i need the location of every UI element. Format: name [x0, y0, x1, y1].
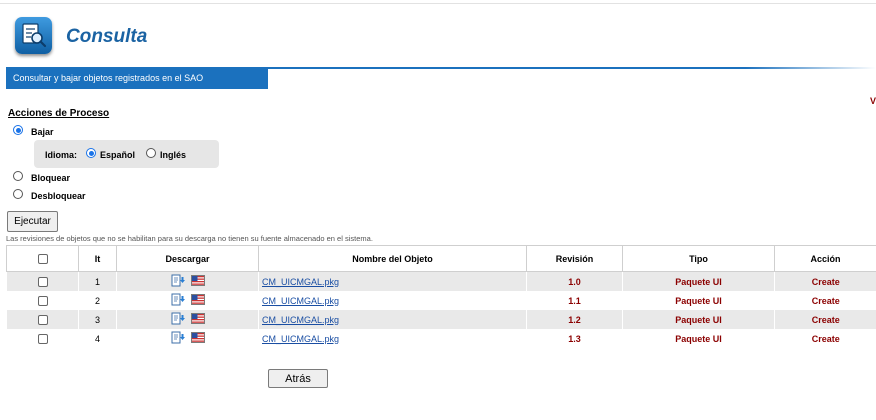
tab-consultar[interactable]: Consultar y bajar objetos registrados en… [6, 67, 268, 89]
row-download-cell [116, 310, 259, 329]
bajar-label: Bajar [31, 127, 54, 137]
row-checkbox[interactable] [37, 333, 48, 344]
bloquear-radio[interactable] [13, 171, 23, 181]
ejecutar-button[interactable]: Ejecutar [7, 211, 58, 232]
ingles-label: Inglés [160, 150, 187, 160]
row-object-cell: CM_UICMGAL.pkg [258, 271, 527, 291]
section-title: Acciones de Proceso [8, 108, 110, 119]
flag-icon[interactable] [190, 275, 205, 286]
page-title: Consulta [66, 26, 148, 47]
row-tipo: Paquete UI [622, 329, 775, 348]
row-accion: Create [774, 329, 876, 348]
row-tipo: Paquete UI [622, 271, 775, 291]
download-icon[interactable] [171, 312, 186, 325]
row-object-cell: CM_UICMGAL.pkg [258, 291, 527, 310]
row-select-cell[interactable] [6, 310, 79, 329]
row-download-cell [116, 271, 259, 291]
info-note: Las revisiones de objetos que no se habi… [6, 234, 373, 243]
object-link[interactable]: CM_UICMGAL.pkg [259, 334, 339, 344]
desbloquear-radio[interactable] [13, 189, 23, 199]
object-link[interactable]: CM_UICMGAL.pkg [259, 277, 339, 287]
row-checkbox[interactable] [37, 295, 48, 306]
header-tipo: Tipo [622, 245, 775, 272]
objects-table: It Descargar Nombre del Objeto Revisión … [6, 245, 876, 348]
bajar-radio[interactable] [13, 125, 23, 135]
row-it: 1 [78, 271, 117, 291]
row-select-cell[interactable] [6, 329, 79, 348]
row-revision: 1.2 [526, 310, 623, 329]
row-revision: 1.3 [526, 329, 623, 348]
table-header-row: It Descargar Nombre del Objeto Revisión … [6, 245, 876, 272]
row-accion: Create [774, 291, 876, 310]
row-revision: 1.0 [526, 271, 623, 291]
header-select-all[interactable] [6, 245, 79, 272]
ingles-radio[interactable] [146, 148, 156, 158]
row-it: 4 [78, 329, 117, 348]
espanol-radio[interactable] [86, 148, 96, 158]
tab-bar-background [268, 69, 876, 89]
header-it: It [78, 245, 117, 272]
truncated-label: V [869, 96, 876, 106]
download-icon[interactable] [171, 274, 186, 287]
flag-icon[interactable] [190, 294, 205, 305]
idioma-label: Idioma: [45, 150, 78, 160]
row-object-cell: CM_UICMGAL.pkg [258, 310, 527, 329]
object-link[interactable]: CM_UICMGAL.pkg [259, 315, 339, 325]
row-it: 2 [78, 291, 117, 310]
header-revision: Revisión [526, 245, 623, 272]
download-icon[interactable] [171, 331, 186, 344]
row-select-cell[interactable] [6, 271, 79, 291]
row-accion: Create [774, 310, 876, 329]
header-accion: Acción [774, 245, 876, 272]
flag-icon[interactable] [190, 332, 205, 343]
row-it: 3 [78, 310, 117, 329]
idioma-panel: Idioma: Español Inglés [34, 140, 219, 168]
row-tipo: Paquete UI [622, 310, 775, 329]
table-row: 3 CM_UICMGAL.pkg 1.2 Paquete UI Create [6, 310, 876, 329]
row-accion: Create [774, 271, 876, 291]
header-descargar: Descargar [116, 245, 259, 272]
row-download-cell [116, 291, 259, 310]
tab-bar: Consultar y bajar objetos registrados en… [6, 67, 876, 89]
object-link[interactable]: CM_UICMGAL.pkg [259, 296, 339, 306]
download-icon[interactable] [171, 293, 186, 306]
flag-icon[interactable] [190, 313, 205, 324]
bloquear-label: Bloquear [31, 173, 71, 183]
espanol-label: Español [100, 150, 136, 160]
table-row: 1 CM_UICMGAL.pkg 1.0 Paquete UI Create [6, 271, 876, 291]
row-checkbox[interactable] [37, 276, 48, 287]
table-row: 2 CM_UICMGAL.pkg 1.1 Paquete UI Create [6, 291, 876, 310]
table-row: 4 CM_UICMGAL.pkg 1.3 Paquete UI Create [6, 329, 876, 348]
row-revision: 1.1 [526, 291, 623, 310]
search-document-icon [15, 17, 52, 54]
row-object-cell: CM_UICMGAL.pkg [258, 329, 527, 348]
desbloquear-label: Desbloquear [31, 191, 86, 201]
row-tipo: Paquete UI [622, 291, 775, 310]
header-nombre: Nombre del Objeto [258, 245, 527, 272]
row-download-cell [116, 329, 259, 348]
row-checkbox[interactable] [37, 314, 48, 325]
row-select-cell[interactable] [6, 291, 79, 310]
select-all-checkbox[interactable] [37, 253, 48, 264]
top-divider [0, 3, 876, 4]
back-button[interactable]: Atrás [268, 369, 328, 388]
